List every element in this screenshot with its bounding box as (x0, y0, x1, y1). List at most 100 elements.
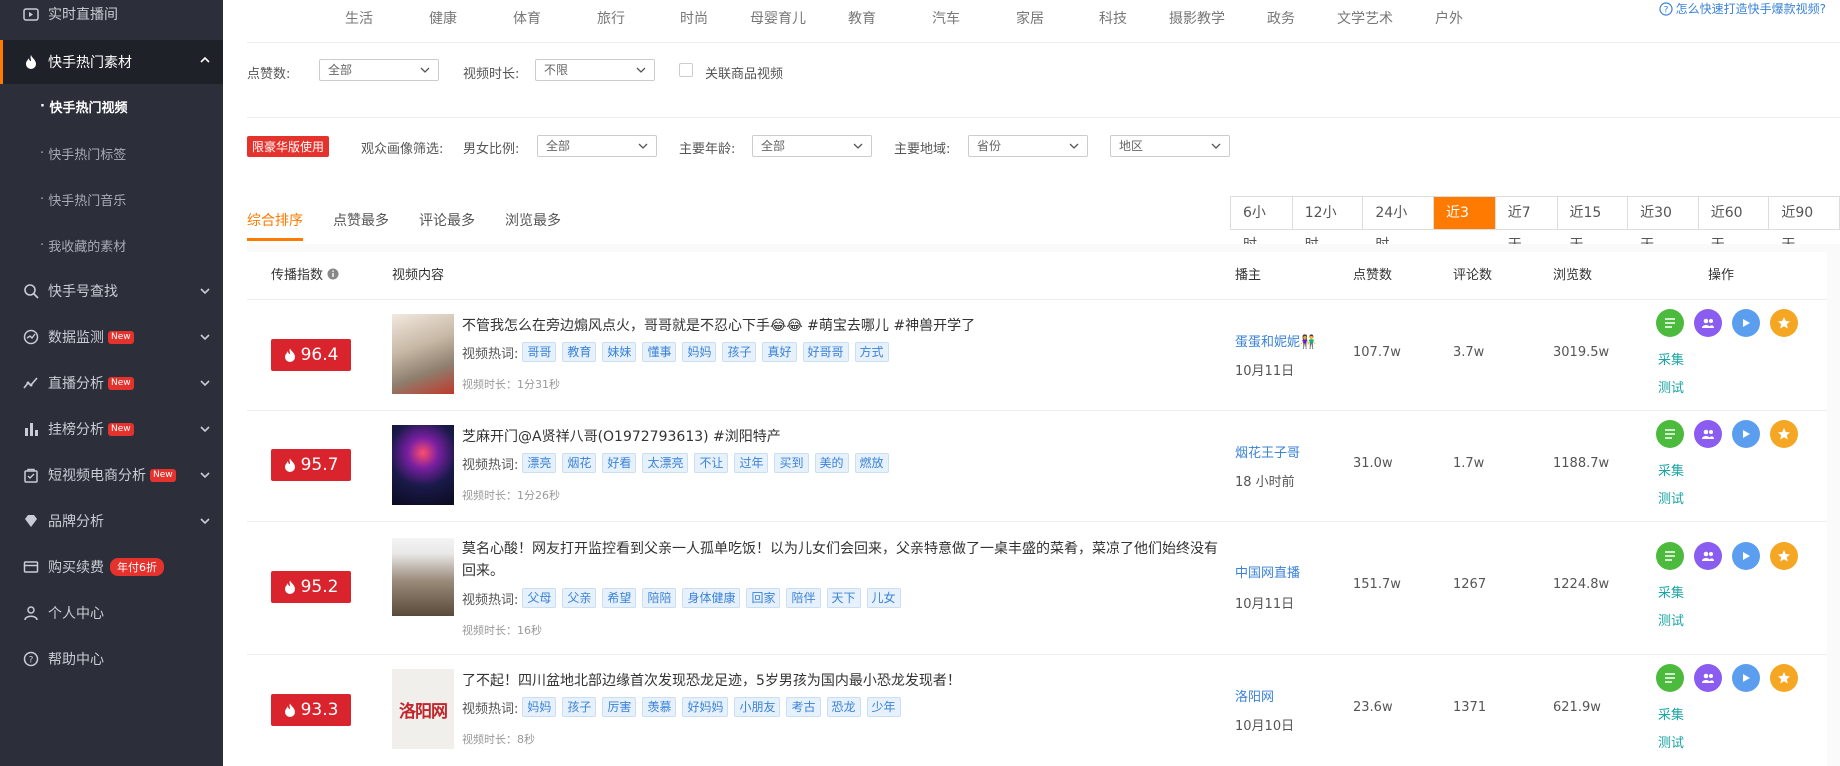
collect-link[interactable]: 采集 (1658, 582, 1684, 601)
hot-word-tag[interactable]: 回家 (746, 588, 781, 608)
audience-button[interactable] (1694, 309, 1722, 337)
anchor-name-link[interactable]: 中国网直播 (1235, 562, 1300, 581)
sidebar-item-data-monitor[interactable]: 数据监测 New (0, 317, 223, 357)
hot-word-tag[interactable]: 漂亮 (522, 453, 557, 473)
play-button[interactable] (1732, 309, 1760, 337)
hot-word-tag[interactable]: 小朋友 (734, 697, 781, 717)
sidebar-sub-hot-music[interactable]: · 快手热门音乐 (40, 179, 126, 219)
time-range-30d[interactable]: 近30天 (1628, 197, 1699, 253)
hot-word-tag[interactable]: 教育 (562, 342, 597, 362)
hot-word-tag[interactable]: 身体健康 (682, 588, 741, 608)
hot-word-tag[interactable]: 太漂亮 (642, 453, 689, 473)
play-button[interactable] (1732, 420, 1760, 448)
likes-filter-dropdown[interactable]: 全部 (319, 59, 439, 81)
test-link[interactable]: 测试 (1658, 488, 1684, 507)
hot-word-tag[interactable]: 真好 (762, 342, 797, 362)
video-title[interactable]: 芝麻开门@A贤祥八哥(O1972793613) #浏阳特产 (462, 426, 1222, 448)
sort-tab-views[interactable]: 浏览最多 (505, 210, 561, 230)
sidebar-sub-favorites[interactable]: · 我收藏的素材 (40, 225, 126, 265)
time-range-12h[interactable]: 12小时 (1292, 197, 1364, 253)
sort-tab-likes[interactable]: 点赞最多 (333, 210, 389, 230)
category-tab[interactable]: 文学艺术 (1337, 8, 1393, 28)
hot-word-tag[interactable]: 孩子 (722, 342, 757, 362)
hot-word-tag[interactable]: 陪陪 (642, 588, 677, 608)
hot-word-tag[interactable]: 哥哥 (522, 342, 557, 362)
hot-word-tag[interactable]: 羡慕 (642, 697, 677, 717)
favorite-button[interactable] (1770, 542, 1798, 570)
duration-filter-dropdown[interactable]: 不限 (535, 59, 655, 81)
detail-button[interactable] (1656, 420, 1684, 448)
collect-link[interactable]: 采集 (1658, 349, 1684, 368)
hot-word-tag[interactable]: 烟花 (562, 453, 597, 473)
hot-word-tag[interactable]: 儿女 (866, 588, 901, 608)
hot-word-tag[interactable]: 懂事 (642, 342, 677, 362)
time-range-90d[interactable]: 近90天 (1769, 197, 1839, 253)
anchor-name-link[interactable]: 洛阳网 (1235, 686, 1274, 705)
sidebar-item-profile[interactable]: 个人中心 (0, 593, 223, 633)
sidebar-item-purchase[interactable]: 购买续费 年付6折 (0, 547, 223, 587)
video-thumbnail[interactable] (392, 425, 454, 505)
audience-button[interactable] (1694, 542, 1722, 570)
category-tab[interactable]: 健康 (429, 8, 457, 28)
time-range-7d[interactable]: 近7天 (1495, 197, 1558, 253)
anchor-name-link[interactable]: 烟花王子哥 (1235, 442, 1300, 461)
category-tab[interactable]: 体育 (513, 8, 541, 28)
detail-button[interactable] (1656, 664, 1684, 692)
hot-word-tag[interactable]: 妈妈 (522, 697, 557, 717)
hot-word-tag[interactable]: 不让 (694, 453, 729, 473)
sort-tab-comments[interactable]: 评论最多 (419, 210, 475, 230)
time-range-15d[interactable]: 近15天 (1557, 197, 1629, 253)
category-tab[interactable]: 家居 (1016, 8, 1044, 28)
hot-word-tag[interactable]: 孩子 (562, 697, 597, 717)
area-dropdown[interactable]: 地区 (1110, 135, 1230, 157)
video-title[interactable]: 不管我怎么在旁边煽风点火，哥哥就是不忍心下手😂😂 #萌宝去哪儿 #神兽开学了 (462, 315, 1222, 337)
hot-word-tag[interactable]: 燃放 (854, 453, 889, 473)
hot-word-tag[interactable]: 希望 (602, 588, 637, 608)
play-button[interactable] (1732, 542, 1760, 570)
hot-word-tag[interactable]: 厉害 (602, 697, 637, 717)
video-title[interactable]: 莫名心酸！网友打开监控看到父亲一人孤单吃饭！以为儿女们会回来，父亲特意做了一桌丰… (462, 538, 1222, 582)
video-title[interactable]: 了不起！四川盆地北部边缘首次发现恐龙足迹，5岁男孩为国内最小恐龙发现者！ (462, 670, 1222, 692)
category-tab[interactable]: 科技 (1099, 8, 1127, 28)
anchor-name-link[interactable]: 蛋蛋和妮妮👫 (1235, 331, 1316, 350)
sidebar-item-account-search[interactable]: 快手号查找 (0, 271, 223, 311)
category-tab[interactable]: 政务 (1267, 8, 1295, 28)
hot-word-tag[interactable]: 过年 (734, 453, 769, 473)
hot-word-tag[interactable]: 好妈妈 (682, 697, 729, 717)
hot-word-tag[interactable]: 美的 (814, 453, 849, 473)
hot-word-tag[interactable]: 考古 (786, 697, 821, 717)
category-tab[interactable]: 母婴育儿 (750, 8, 806, 28)
time-range-3d[interactable]: 近3天 (1434, 197, 1496, 253)
hot-word-tag[interactable]: 恐龙 (826, 697, 861, 717)
test-link[interactable]: 测试 (1658, 732, 1684, 751)
test-link[interactable]: 测试 (1658, 610, 1684, 629)
category-tab[interactable]: 生活 (345, 8, 373, 28)
sidebar-item-live-room[interactable]: 实时直播间 (0, 0, 223, 34)
audience-button[interactable] (1694, 664, 1722, 692)
video-thumbnail[interactable] (392, 538, 454, 616)
sort-tab-overall[interactable]: 综合排序 (247, 210, 303, 230)
sidebar-sub-hot-tags[interactable]: · 快手热门标签 (40, 133, 126, 173)
hot-word-tag[interactable]: 天下 (826, 588, 861, 608)
hot-word-tag[interactable]: 好哥哥 (802, 342, 849, 362)
hot-word-tag[interactable]: 买到 (774, 453, 809, 473)
sidebar-section-kuaishou-materials[interactable]: 快手热门素材 (0, 40, 223, 84)
sidebar-item-live-analysis[interactable]: 直播分析 New (0, 363, 223, 403)
detail-button[interactable] (1656, 309, 1684, 337)
hot-word-tag[interactable]: 妹妹 (602, 342, 637, 362)
favorite-button[interactable] (1770, 420, 1798, 448)
hot-word-tag[interactable]: 妈妈 (682, 342, 717, 362)
sidebar-sub-hot-videos[interactable]: · 快手热门视频 (40, 86, 127, 126)
hot-word-tag[interactable]: 陪伴 (786, 588, 821, 608)
sidebar-item-help[interactable]: ? 帮助中心 (0, 639, 223, 679)
test-link[interactable]: 测试 (1658, 377, 1684, 396)
info-icon[interactable] (327, 268, 339, 280)
detail-button[interactable] (1656, 542, 1684, 570)
favorite-button[interactable] (1770, 309, 1798, 337)
category-tab[interactable]: 户外 (1435, 8, 1463, 28)
collect-link[interactable]: 采集 (1658, 704, 1684, 723)
time-range-60d[interactable]: 近60天 (1698, 197, 1770, 253)
category-tab[interactable]: 教育 (848, 8, 876, 28)
video-thumbnail[interactable] (392, 314, 454, 394)
category-tab[interactable]: 时尚 (680, 8, 708, 28)
